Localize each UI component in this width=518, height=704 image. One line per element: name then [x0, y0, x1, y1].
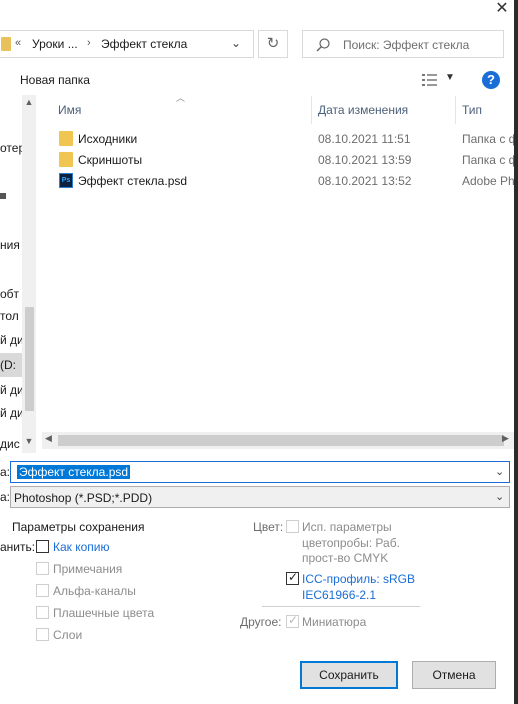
filetype-value: Photoshop (*.PSD;*.PDD): [14, 491, 153, 505]
breadcrumb-current[interactable]: Эффект стекла: [101, 37, 187, 51]
column-header-type[interactable]: Тип: [462, 96, 482, 124]
filetype-label: а:: [0, 490, 11, 504]
background-edge: [514, 0, 518, 704]
thumbnail-checkbox[interactable]: [286, 613, 299, 628]
folder-icon: [59, 131, 73, 146]
filetype-select[interactable]: Photoshop (*.PSD;*.PDD) ⌄: [10, 486, 510, 508]
other-label: Другое:: [240, 615, 282, 629]
filename-field[interactable]: Эффект стекла.psd ⌄: [10, 461, 510, 483]
icc-profile-checkbox[interactable]: [286, 570, 299, 585]
file-date: 08.10.2021 13:59: [318, 153, 412, 167]
layers-checkbox[interactable]: [36, 628, 49, 641]
psd-file-icon: Ps: [59, 173, 73, 188]
chevron-down-icon[interactable]: ⌄: [495, 490, 504, 503]
address-bar[interactable]: « Уроки ... › Эффект стекла ⌄: [0, 30, 254, 58]
search-input[interactable]: Поиск: Эффект стекла: [302, 30, 504, 58]
scroll-left-icon[interactable]: ◀: [45, 433, 52, 444]
file-type: Папка с ф: [462, 153, 514, 167]
file-type: Adobe Ph: [462, 174, 514, 188]
file-date: 08.10.2021 11:51: [318, 132, 411, 146]
breadcrumb-separator-icon: ›: [87, 37, 91, 49]
file-row[interactable]: Исходники 08.10.2021 11:51 Папка с ф: [50, 128, 514, 149]
scroll-down-icon[interactable]: ▼: [23, 436, 35, 446]
chevron-down-icon[interactable]: ⌄: [231, 36, 241, 50]
scroll-up-icon[interactable]: ▲: [23, 97, 35, 107]
notes-label: Примечания: [53, 562, 123, 576]
folder-icon: [1, 37, 11, 51]
column-header-date[interactable]: Дата изменения: [318, 96, 408, 124]
close-icon[interactable]: ✕: [492, 0, 512, 20]
layers-label: Слои: [53, 628, 83, 642]
filename-value[interactable]: Эффект стекла.psd: [17, 465, 131, 479]
file-row[interactable]: Ps Эффект стекла.psd 08.10.2021 13:52 Ad…: [50, 170, 514, 191]
view-details-icon[interactable]: [422, 73, 438, 87]
new-folder-button[interactable]: Новая папка: [20, 73, 90, 87]
search-placeholder: Поиск: Эффект стекла: [343, 38, 470, 52]
file-name: Эффект стекла.psd: [78, 174, 188, 188]
file-name: Исходники: [78, 132, 138, 146]
options-divider: [262, 606, 420, 607]
file-date: 08.10.2021 13:52: [318, 174, 412, 188]
proof-setup-label-line1: Исп. параметры: [302, 520, 392, 534]
spot-colors-label: Плашечные цвета: [53, 606, 155, 620]
icc-profile-label-line1[interactable]: ICC-профиль: sRGB: [302, 572, 415, 586]
overflow-chevrons-icon[interactable]: «: [15, 37, 21, 49]
alpha-channels-label: Альфа-каналы: [53, 584, 136, 598]
refresh-button[interactable]: ↻: [258, 30, 288, 58]
color-label: Цвет:: [253, 520, 284, 534]
proof-setup-label-line2: цветопробы: Раб.: [302, 536, 400, 550]
scroll-right-icon[interactable]: ▶: [502, 433, 509, 444]
folder-icon: [59, 152, 73, 167]
column-divider[interactable]: [455, 96, 456, 124]
save-label: анить:: [0, 540, 36, 554]
nav-scrollbar-thumb[interactable]: [25, 307, 34, 411]
column-header-name[interactable]: Имя: [58, 96, 81, 124]
spot-colors-checkbox[interactable]: [36, 606, 49, 619]
filename-label: а:: [0, 465, 11, 479]
proof-setup-label-line3: прост-во CMYK: [302, 551, 389, 565]
notes-checkbox[interactable]: [36, 562, 49, 575]
nav-expand-icon[interactable]: [0, 193, 6, 199]
file-row[interactable]: Скриншоты 08.10.2021 13:59 Папка с ф: [50, 149, 514, 170]
save-options-title: Параметры сохранения: [12, 520, 145, 534]
proof-setup-checkbox[interactable]: [286, 520, 299, 533]
as-copy-label[interactable]: Как копию: [53, 540, 110, 554]
chevron-down-icon[interactable]: ⌄: [495, 465, 504, 478]
search-icon: [316, 38, 330, 52]
file-name: Скриншоты: [78, 153, 143, 167]
cancel-button[interactable]: Отмена: [412, 661, 496, 689]
save-dialog: ✕ « Уроки ... › Эффект стекла ⌄ ↻ Поиск:…: [0, 0, 514, 704]
save-button[interactable]: Сохранить: [300, 661, 398, 689]
horizontal-scrollbar-thumb[interactable]: [58, 435, 504, 446]
help-icon[interactable]: ?: [482, 71, 500, 89]
sort-ascending-icon: ︿: [176, 93, 186, 103]
column-divider[interactable]: [311, 96, 312, 124]
file-type: Папка с ф: [462, 132, 514, 146]
view-dropdown-icon[interactable]: ▼: [445, 72, 455, 83]
icc-profile-label-line2[interactable]: IEC61966-2.1: [302, 588, 376, 602]
breadcrumb-uroki[interactable]: Уроки ...: [32, 37, 78, 51]
as-copy-checkbox[interactable]: [36, 540, 49, 553]
thumbnail-label: Миниатюра: [302, 615, 367, 629]
alpha-channels-checkbox[interactable]: [36, 584, 49, 597]
